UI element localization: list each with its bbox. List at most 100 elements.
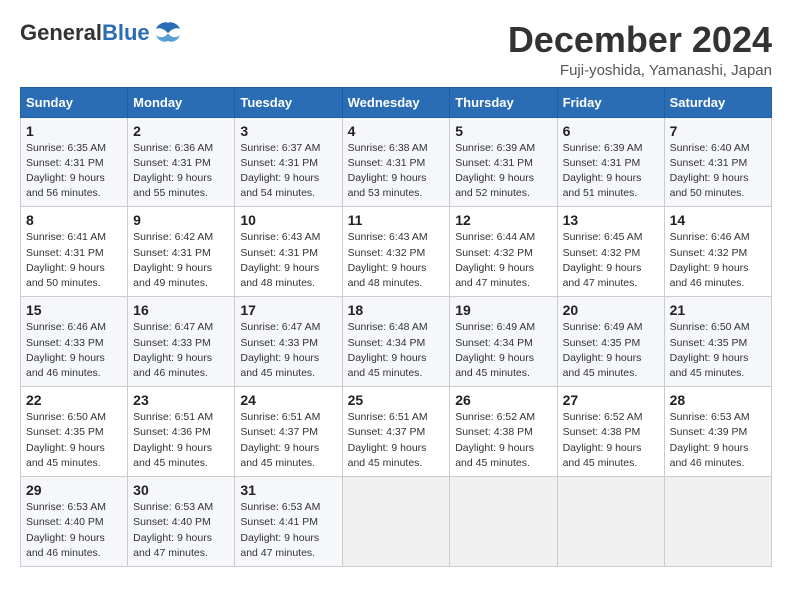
calendar-cell: 27Sunrise: 6:52 AMSunset: 4:38 PMDayligh… <box>557 387 664 477</box>
calendar-cell: 12 Sunrise: 6:44 AMSunset: 4:32 PMDayligh… <box>450 207 557 297</box>
calendar-cell: 21 Sunrise: 6:50 AMSunset: 4:35 PMDayligh… <box>664 297 771 387</box>
calendar-cell <box>664 477 771 567</box>
calendar-cell: 17 Sunrise: 6:47 AMSunset: 4:33 PMDayligh… <box>235 297 342 387</box>
day-number: 14 <box>670 212 766 228</box>
day-number: 23 <box>133 392 229 408</box>
calendar-cell: 18 Sunrise: 6:48 AMSunset: 4:34 PMDayligh… <box>342 297 450 387</box>
day-number: 19 <box>455 302 551 318</box>
month-title: December 2024 <box>508 20 772 60</box>
day-number: 6 <box>563 123 659 139</box>
day-number: 21 <box>670 302 766 318</box>
calendar-cell: 7 Sunrise: 6:40 AMSunset: 4:31 PMDaylight… <box>664 117 771 207</box>
day-number: 9 <box>133 212 229 228</box>
day-info: Sunrise: 6:50 AMSunset: 4:35 PMDaylight:… <box>26 410 122 471</box>
weekday-header-row: SundayMondayTuesdayWednesdayThursdayFrid… <box>21 87 772 117</box>
calendar-week-5: 29Sunrise: 6:53 AMSunset: 4:40 PMDayligh… <box>21 477 772 567</box>
weekday-tuesday: Tuesday <box>235 87 342 117</box>
logo-bird-icon <box>154 21 182 45</box>
day-number: 17 <box>240 302 336 318</box>
calendar-cell: 28Sunrise: 6:53 AMSunset: 4:39 PMDayligh… <box>664 387 771 477</box>
day-info: Sunrise: 6:47 AMSunset: 4:33 PMDaylight:… <box>240 320 336 381</box>
day-info: Sunrise: 6:47 AMSunset: 4:33 PMDaylight:… <box>133 320 229 381</box>
logo-blue: Blue <box>102 20 150 45</box>
calendar-cell: 31 Sunrise: 6:53 AMSunset: 4:41 PMDayligh… <box>235 477 342 567</box>
day-info: Sunrise: 6:41 AMSunset: 4:31 PMDaylight:… <box>26 230 122 291</box>
calendar-body: 1 Sunrise: 6:35 AMSunset: 4:31 PMDaylight… <box>21 117 772 566</box>
day-number: 22 <box>26 392 122 408</box>
calendar-cell: 26Sunrise: 6:52 AMSunset: 4:38 PMDayligh… <box>450 387 557 477</box>
day-info: Sunrise: 6:48 AMSunset: 4:34 PMDaylight:… <box>348 320 445 381</box>
day-info: Sunrise: 6:45 AMSunset: 4:32 PMDaylight:… <box>563 230 659 291</box>
day-number: 7 <box>670 123 766 139</box>
calendar-cell: 24 Sunrise: 6:51 AMSunset: 4:37 PMDayligh… <box>235 387 342 477</box>
calendar-cell: 25 Sunrise: 6:51 AMSunset: 4:37 PMDayligh… <box>342 387 450 477</box>
calendar-table: SundayMondayTuesdayWednesdayThursdayFrid… <box>20 87 772 567</box>
day-info: Sunrise: 6:42 AMSunset: 4:31 PMDaylight:… <box>133 230 229 291</box>
weekday-friday: Friday <box>557 87 664 117</box>
calendar-cell: 29Sunrise: 6:53 AMSunset: 4:40 PMDayligh… <box>21 477 128 567</box>
calendar-week-3: 15 Sunrise: 6:46 AMSunset: 4:33 PMDayligh… <box>21 297 772 387</box>
calendar-cell <box>557 477 664 567</box>
day-info: Sunrise: 6:44 AMSunset: 4:32 PMDaylight:… <box>455 230 551 291</box>
day-info: Sunrise: 6:38 AMSunset: 4:31 PMDaylight:… <box>348 141 445 202</box>
logo-text: GeneralBlue <box>20 20 150 46</box>
day-info: Sunrise: 6:43 AMSunset: 4:32 PMDaylight:… <box>348 230 445 291</box>
day-number: 16 <box>133 302 229 318</box>
calendar-cell: 23 Sunrise: 6:51 AMSunset: 4:36 PMDayligh… <box>128 387 235 477</box>
calendar-week-1: 1 Sunrise: 6:35 AMSunset: 4:31 PMDaylight… <box>21 117 772 207</box>
day-info: Sunrise: 6:46 AMSunset: 4:33 PMDaylight:… <box>26 320 122 381</box>
day-info: Sunrise: 6:46 AMSunset: 4:32 PMDaylight:… <box>670 230 766 291</box>
weekday-thursday: Thursday <box>450 87 557 117</box>
logo: GeneralBlue <box>20 20 182 46</box>
day-number: 30 <box>133 482 229 498</box>
day-number: 18 <box>348 302 445 318</box>
calendar-cell: 22 Sunrise: 6:50 AMSunset: 4:35 PMDayligh… <box>21 387 128 477</box>
day-number: 5 <box>455 123 551 139</box>
calendar-cell: 6Sunrise: 6:39 AMSunset: 4:31 PMDaylight… <box>557 117 664 207</box>
calendar-cell: 10 Sunrise: 6:43 AMSunset: 4:31 PMDayligh… <box>235 207 342 297</box>
calendar-cell: 11Sunrise: 6:43 AMSunset: 4:32 PMDayligh… <box>342 207 450 297</box>
day-number: 25 <box>348 392 445 408</box>
day-number: 29 <box>26 482 122 498</box>
day-number: 4 <box>348 123 445 139</box>
day-info: Sunrise: 6:39 AMSunset: 4:31 PMDaylight:… <box>455 141 551 202</box>
weekday-monday: Monday <box>128 87 235 117</box>
calendar-cell: 30Sunrise: 6:53 AMSunset: 4:40 PMDayligh… <box>128 477 235 567</box>
day-info: Sunrise: 6:49 AMSunset: 4:34 PMDaylight:… <box>455 320 551 381</box>
day-info: Sunrise: 6:35 AMSunset: 4:31 PMDaylight:… <box>26 141 122 202</box>
day-info: Sunrise: 6:49 AMSunset: 4:35 PMDaylight:… <box>563 320 659 381</box>
day-number: 3 <box>240 123 336 139</box>
calendar-cell: 8 Sunrise: 6:41 AMSunset: 4:31 PMDaylight… <box>21 207 128 297</box>
day-number: 31 <box>240 482 336 498</box>
weekday-saturday: Saturday <box>664 87 771 117</box>
calendar-cell: 4 Sunrise: 6:38 AMSunset: 4:31 PMDaylight… <box>342 117 450 207</box>
calendar-cell <box>342 477 450 567</box>
day-info: Sunrise: 6:40 AMSunset: 4:31 PMDaylight:… <box>670 141 766 202</box>
page-header: GeneralBlue December 2024 Fuji-yoshida, … <box>20 20 772 79</box>
day-number: 1 <box>26 123 122 139</box>
day-number: 2 <box>133 123 229 139</box>
day-info: Sunrise: 6:50 AMSunset: 4:35 PMDaylight:… <box>670 320 766 381</box>
day-info: Sunrise: 6:43 AMSunset: 4:31 PMDaylight:… <box>240 230 336 291</box>
day-info: Sunrise: 6:51 AMSunset: 4:36 PMDaylight:… <box>133 410 229 471</box>
day-number: 12 <box>455 212 551 228</box>
calendar-cell: 15 Sunrise: 6:46 AMSunset: 4:33 PMDayligh… <box>21 297 128 387</box>
day-info: Sunrise: 6:37 AMSunset: 4:31 PMDaylight:… <box>240 141 336 202</box>
day-info: Sunrise: 6:51 AMSunset: 4:37 PMDaylight:… <box>348 410 445 471</box>
calendar-cell: 1 Sunrise: 6:35 AMSunset: 4:31 PMDaylight… <box>21 117 128 207</box>
logo-general: General <box>20 20 102 45</box>
day-number: 15 <box>26 302 122 318</box>
calendar-cell: 13 Sunrise: 6:45 AMSunset: 4:32 PMDayligh… <box>557 207 664 297</box>
calendar-cell: 20Sunrise: 6:49 AMSunset: 4:35 PMDayligh… <box>557 297 664 387</box>
day-info: Sunrise: 6:53 AMSunset: 4:41 PMDaylight:… <box>240 500 336 561</box>
day-number: 24 <box>240 392 336 408</box>
calendar-header: SundayMondayTuesdayWednesdayThursdayFrid… <box>21 87 772 117</box>
day-info: Sunrise: 6:51 AMSunset: 4:37 PMDaylight:… <box>240 410 336 471</box>
calendar-cell <box>450 477 557 567</box>
calendar-cell: 16 Sunrise: 6:47 AMSunset: 4:33 PMDayligh… <box>128 297 235 387</box>
day-number: 8 <box>26 212 122 228</box>
day-number: 10 <box>240 212 336 228</box>
day-number: 26 <box>455 392 551 408</box>
day-number: 13 <box>563 212 659 228</box>
calendar-cell: 5 Sunrise: 6:39 AMSunset: 4:31 PMDaylight… <box>450 117 557 207</box>
